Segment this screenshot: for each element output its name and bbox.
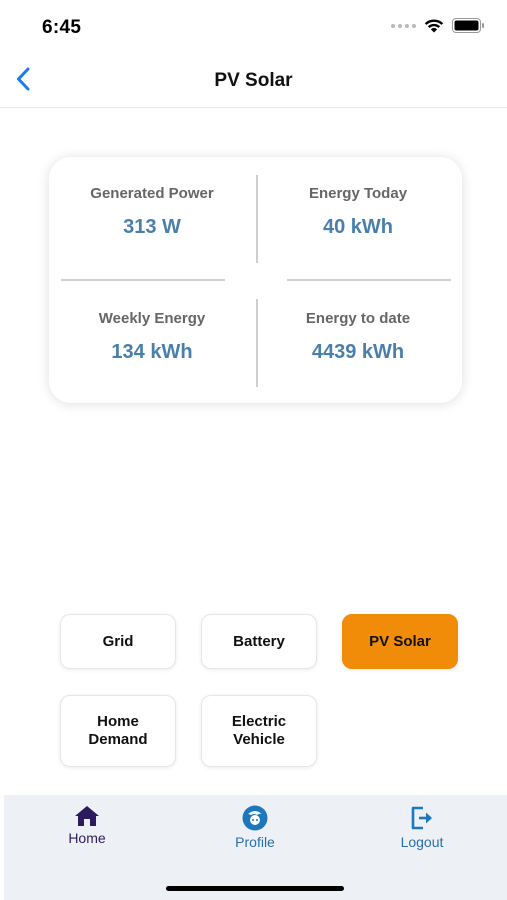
generated-power-stat: Generated Power 313 W (49, 185, 255, 239)
wifi-icon (424, 19, 444, 33)
pv-solar-button[interactable]: PV Solar (342, 614, 458, 669)
battery-icon (452, 18, 484, 33)
battery-button-label: Battery (233, 632, 285, 650)
energy-to-date-stat: Energy to date 4439 kWh (255, 310, 461, 364)
nav-bar: PV Solar (0, 52, 507, 108)
energy-stats-card: Generated Power 313 W Energy Today 40 kW… (49, 157, 462, 403)
energy-to-date-value: 4439 kWh (311, 341, 405, 363)
tab-home[interactable]: Home (27, 805, 147, 846)
page-title: PV Solar (214, 70, 293, 91)
weekly-energy-label: Weekly Energy (98, 310, 206, 327)
tab-home-label: Home (68, 830, 106, 846)
home-icon (75, 806, 99, 826)
electric-vehicle-button[interactable]: Electric Vehicle (201, 695, 317, 767)
energy-to-date-label: Energy to date (305, 310, 411, 327)
electric-vehicle-button-label: Electric Vehicle (231, 713, 287, 748)
tab-logout[interactable]: Logout (362, 805, 482, 850)
battery-button[interactable]: Battery (201, 614, 317, 669)
grid-button-label: Grid (102, 632, 134, 650)
pv-solar-button-label: PV Solar (369, 632, 431, 650)
energy-today-value: 40 kWh (322, 216, 394, 238)
tab-profile[interactable]: Profile (195, 805, 315, 850)
energy-today-stat: Energy Today 40 kWh (255, 185, 461, 239)
tab-profile-label: Profile (235, 834, 275, 850)
status-icons (391, 18, 485, 33)
weekly-energy-stat: Weekly Energy 134 kWh (49, 310, 255, 364)
logout-icon (411, 806, 432, 830)
home-indicator (166, 886, 344, 891)
grid-button[interactable]: Grid (60, 614, 176, 669)
home-demand-button-label: Home Demand (88, 713, 148, 748)
vertical-divider-bottom (256, 299, 258, 387)
status-bar: 6:45 (0, 0, 507, 52)
tab-logout-label: Logout (400, 834, 444, 850)
generated-power-label: Generated Power (90, 185, 214, 202)
vertical-divider-top (256, 175, 258, 263)
status-time: 6:45 (42, 17, 82, 38)
energy-today-label: Energy Today (308, 185, 408, 202)
horizontal-divider-left (61, 279, 225, 281)
home-demand-button[interactable]: Home Demand (60, 695, 176, 767)
generated-power-value: 313 W (123, 216, 181, 238)
weekly-energy-value: 134 kWh (111, 341, 193, 363)
horizontal-divider-right (287, 279, 451, 281)
bottom-tab-bar: Home Profile Logout (4, 795, 507, 900)
cellular-signal-icon (391, 23, 416, 28)
profile-icon (242, 805, 268, 831)
